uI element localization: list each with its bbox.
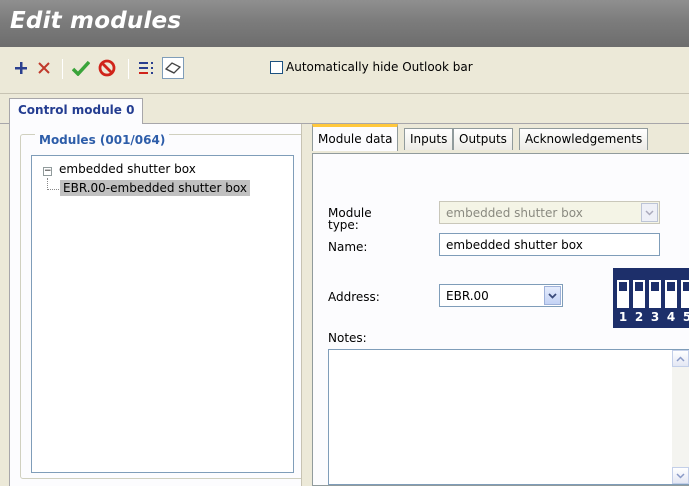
dip-number: 2 [634, 310, 644, 324]
module-type-value: embedded shutter box [446, 206, 583, 220]
auto-hide-option[interactable]: Automatically hide Outlook bar [270, 60, 473, 74]
address-select[interactable]: EBR.00 [439, 284, 563, 307]
toolbar-separator [128, 59, 129, 79]
tab-module-data[interactable]: Module data [312, 124, 399, 151]
dip-switch [681, 280, 689, 308]
tree-root-item[interactable]: embedded shutter box [59, 162, 196, 176]
toolbar-separator [62, 59, 63, 79]
toolbar: Automatically hide Outlook bar [0, 47, 689, 94]
window-title: Edit modules [10, 8, 182, 34]
address-label: Address: [328, 290, 380, 304]
scroll-down-icon[interactable] [672, 467, 689, 484]
reorder-icon[interactable] [136, 57, 158, 79]
module-type-select: embedded shutter box [439, 201, 660, 224]
tab-outputs[interactable]: Outputs [453, 128, 513, 150]
name-value: embedded shutter box [446, 238, 583, 252]
dip-switch-diagram: 1 2 3 4 5 [613, 268, 689, 328]
notes-scrollbar[interactable] [672, 350, 689, 484]
dip-number: 4 [666, 310, 676, 324]
dip-knob [665, 280, 677, 293]
chevron-down-icon[interactable] [544, 286, 561, 305]
checkmark-icon[interactable] [70, 57, 92, 79]
dip-knob [681, 280, 689, 293]
scroll-up-icon[interactable] [672, 350, 689, 367]
notes-textarea[interactable] [328, 349, 689, 485]
eraser-icon[interactable] [162, 57, 184, 79]
dip-knob [633, 280, 645, 293]
control-module-tabstrip: Control module 0 [0, 94, 689, 125]
name-label: Name: [328, 240, 368, 254]
plus-icon[interactable] [10, 57, 32, 79]
cancel-icon[interactable] [96, 57, 118, 79]
dip-knob [617, 280, 629, 293]
delete-x-icon[interactable] [33, 57, 55, 79]
address-value: EBR.00 [446, 289, 489, 303]
tab-acknowledgements[interactable]: Acknowledgements [519, 128, 649, 150]
tree-child-item[interactable]: EBR.00-embedded shutter box [60, 180, 250, 196]
tab-control-module[interactable]: Control module 0 [9, 98, 144, 125]
dip-switch [649, 280, 661, 308]
dip-number: 3 [650, 310, 660, 324]
content-area: Modules (001/064) − embedded shutter box… [9, 124, 689, 486]
module-detail-panel: Module data Inputs Outputs Acknowledgeme… [301, 124, 689, 486]
modules-tree[interactable]: − embedded shutter box EBR.00-embedded s… [31, 155, 294, 473]
modules-title: Modules (001/064) [35, 133, 170, 147]
window-titlebar: Edit modules [0, 0, 689, 47]
modules-group: Modules (001/064) − embedded shutter box… [20, 133, 305, 479]
dip-number: 1 [618, 310, 628, 324]
module-data-page: Module type: embedded shutter box Name: … [312, 153, 689, 486]
dip-switch [665, 280, 677, 308]
dip-knob [649, 280, 661, 293]
tree-connector [47, 189, 59, 190]
dip-number: 5 [682, 310, 689, 324]
chevron-down-icon [641, 203, 658, 222]
dip-switch [617, 280, 629, 308]
notes-label: Notes: [328, 331, 367, 345]
module-type-label: Module type: [328, 206, 372, 232]
tab-inputs[interactable]: Inputs [404, 128, 454, 150]
auto-hide-label: Automatically hide Outlook bar [286, 60, 473, 74]
auto-hide-checkbox[interactable] [270, 60, 283, 74]
name-input[interactable]: embedded shutter box [439, 233, 660, 256]
dip-switch [633, 280, 645, 308]
collapse-icon[interactable]: − [43, 167, 52, 176]
